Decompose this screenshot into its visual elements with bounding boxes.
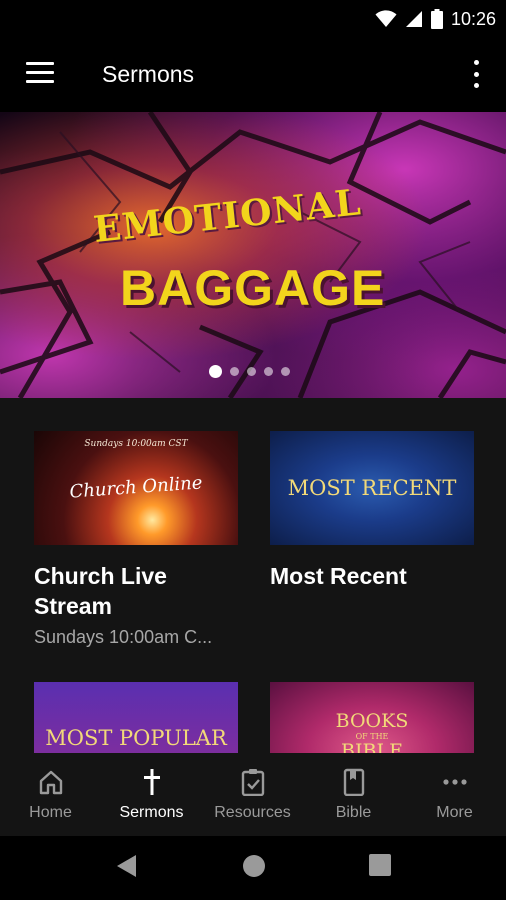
carousel-dot-4[interactable]	[264, 367, 273, 376]
card-church-live-stream[interactable]: Sundays 10:00am CST Church Online Church…	[34, 431, 238, 648]
carousel-dot-3[interactable]	[247, 367, 256, 376]
sermon-grid: Sundays 10:00am CST Church Online Church…	[0, 398, 506, 753]
system-navigation-bar	[0, 836, 506, 900]
nav-label: Sermons	[119, 804, 184, 821]
nav-bible[interactable]: Bible	[303, 753, 404, 836]
thumb-text-line-1: BOOKS	[335, 710, 409, 732]
card-thumbnail: BOOKS OF THE BIBLE	[270, 682, 474, 753]
card-books-of-the-bible[interactable]: BOOKS OF THE BIBLE	[270, 682, 474, 753]
carousel-dot-5[interactable]	[281, 367, 290, 376]
nav-label: Home	[29, 804, 72, 821]
nav-more[interactable]: More	[404, 753, 505, 836]
wifi-icon	[375, 10, 397, 27]
card-thumbnail: MOST POPULAR	[34, 682, 238, 753]
thumb-text: Church Online	[68, 472, 204, 503]
nav-label: More	[436, 804, 473, 821]
nav-label: Bible	[335, 804, 372, 821]
nav-resources[interactable]: Resources	[202, 753, 303, 836]
thumb-text: MOST POPULAR	[45, 726, 227, 750]
card-title: Most Recent	[270, 563, 407, 589]
home-circle-icon[interactable]	[242, 854, 266, 878]
nav-label: Resources	[214, 804, 291, 821]
nav-sermons[interactable]: Sermons	[101, 753, 202, 836]
card-title: Church Live Stream	[34, 563, 167, 619]
clock: 10:26	[450, 8, 496, 29]
overflow-menu-icon[interactable]	[470, 60, 482, 88]
thumb-text-line-3: BIBLE	[341, 740, 403, 753]
thumb-text: MOST RECENT	[287, 476, 457, 500]
status-bar: 10:26	[0, 0, 506, 38]
carousel-dot-2[interactable]	[230, 367, 239, 376]
cross-icon	[143, 769, 160, 795]
recents-icon[interactable]	[369, 854, 391, 876]
thumb-top-text: Sundays 10:00am CST	[84, 439, 188, 449]
hero-artwork	[0, 112, 506, 398]
battery-icon	[430, 9, 443, 29]
more-horizontal-icon	[442, 779, 467, 785]
card-thumbnail: MOST RECENT	[270, 431, 474, 545]
back-icon[interactable]	[116, 854, 138, 878]
card-most-recent[interactable]: MOST RECENT Most Recent	[270, 431, 474, 591]
bottom-navigation: Home Sermons Resources Bible More	[0, 753, 506, 836]
app-bar: Sermons	[0, 38, 506, 112]
card-thumbnail: Sundays 10:00am CST Church Online	[34, 431, 238, 545]
page-title: Sermons	[102, 61, 195, 87]
carousel-dot-1[interactable]	[209, 365, 222, 378]
hero-banner[interactable]: EMOTIONAL BAGGAGE	[0, 112, 506, 398]
home-icon	[39, 770, 62, 795]
card-most-popular[interactable]: MOST POPULAR	[34, 682, 238, 753]
nav-home[interactable]: Home	[0, 753, 101, 836]
book-icon	[343, 768, 364, 796]
menu-icon[interactable]	[26, 62, 54, 84]
card-subtitle: Sundays 10:00am C...	[34, 627, 213, 647]
status-icons: 10:26	[375, 6, 496, 32]
clipboard-check-icon	[241, 769, 264, 796]
hero-title-big: BAGGAGE	[120, 260, 386, 316]
cell-signal-icon	[405, 11, 422, 27]
carousel-indicator	[209, 365, 290, 378]
